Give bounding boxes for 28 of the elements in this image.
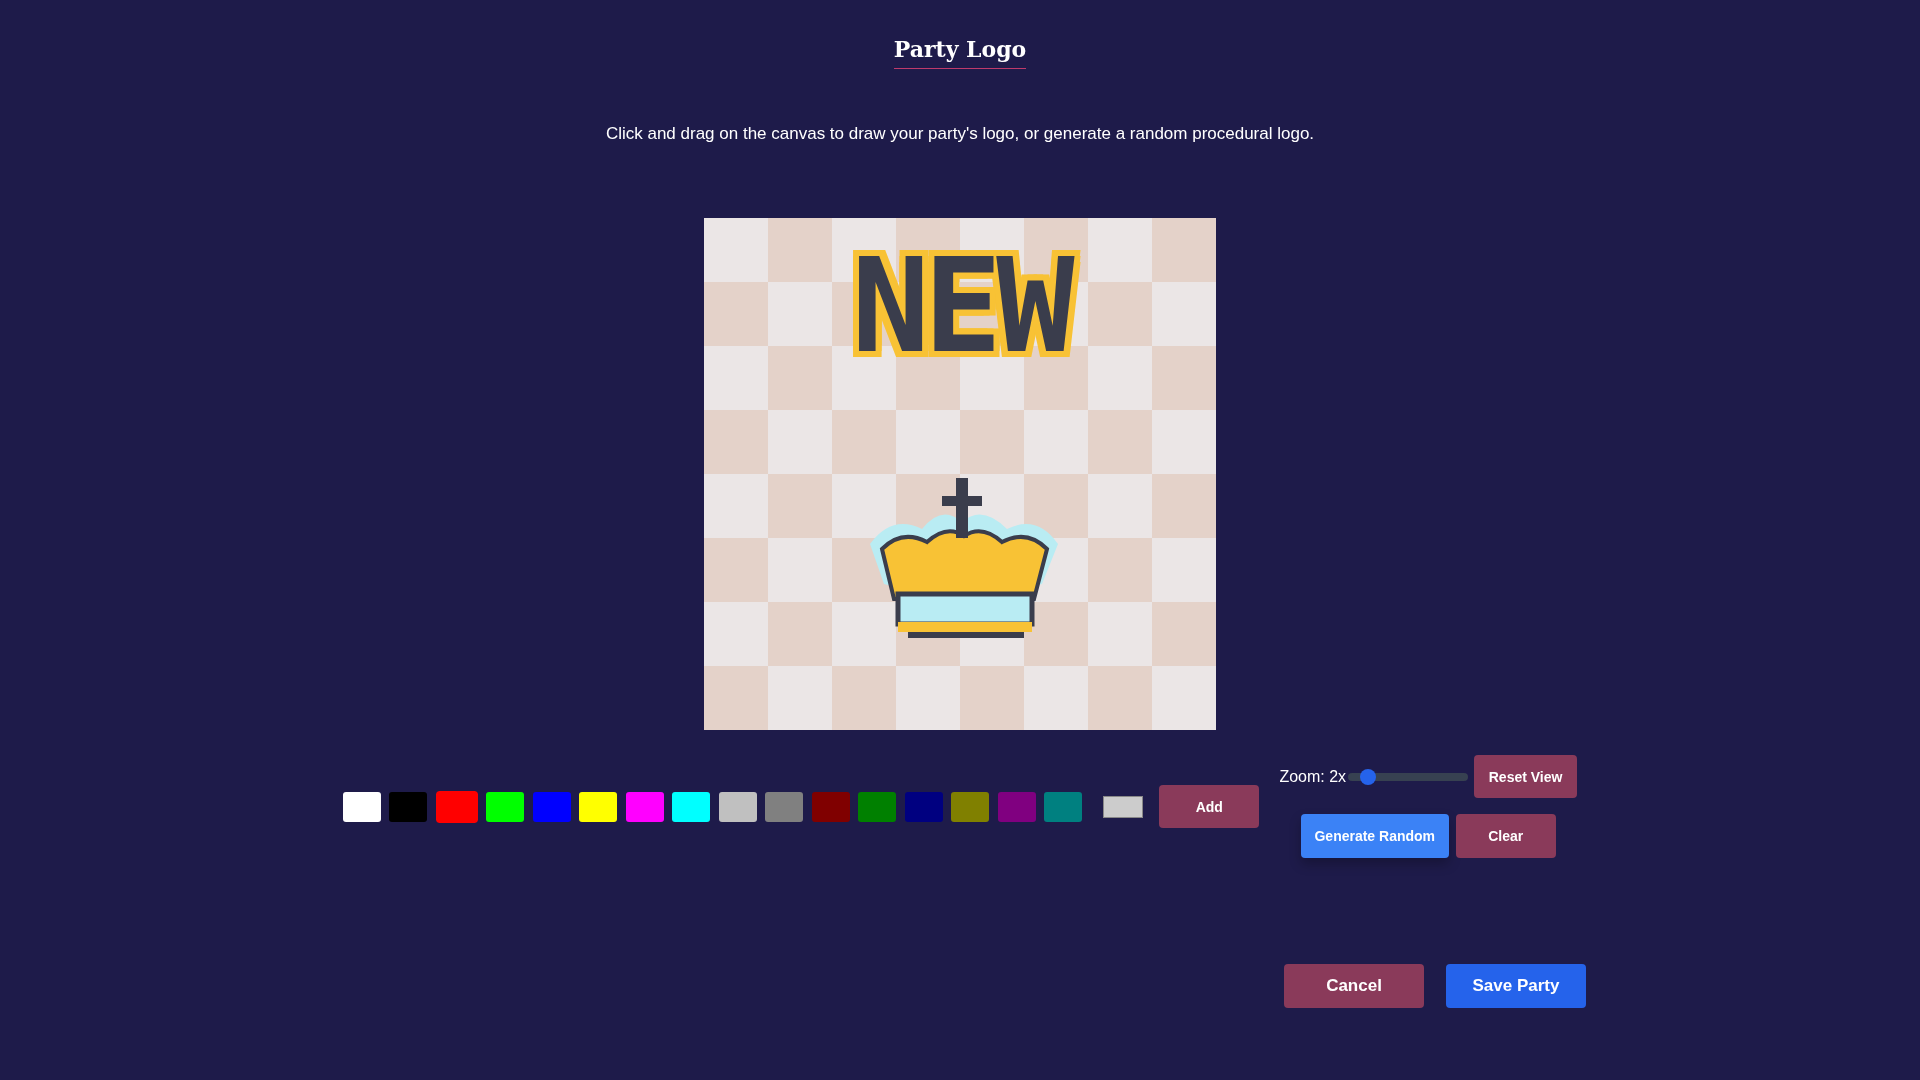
page-title: Party Logo (893, 36, 1027, 69)
color-swatch[interactable] (718, 791, 757, 822)
instructions-text: Click and drag on the canvas to draw your party's logo, or generate a random procedural logo. (605, 124, 1315, 144)
color-swatch[interactable] (951, 791, 990, 822)
generate-random-button[interactable]: Generate Random (1300, 814, 1449, 858)
clear-button[interactable]: Clear (1455, 814, 1556, 858)
zoom-slider[interactable] (1348, 768, 1469, 785)
color-swatch[interactable] (579, 791, 618, 822)
color-swatch[interactable] (997, 791, 1036, 822)
drawing-canvas[interactable] (704, 218, 1216, 730)
color-swatch[interactable] (625, 791, 664, 822)
color-swatch[interactable] (811, 791, 850, 822)
color-swatch[interactable] (389, 791, 428, 822)
color-swatch[interactable] (532, 791, 571, 822)
zoom-label: Zoom: 2x (1279, 767, 1347, 786)
custom-color-picker[interactable] (1102, 795, 1143, 818)
color-swatch[interactable] (1044, 791, 1083, 822)
color-swatch[interactable] (858, 791, 897, 822)
color-swatch[interactable] (765, 791, 804, 822)
save-party-button[interactable]: Save Party (1446, 964, 1586, 1008)
color-swatch[interactable] (486, 791, 525, 822)
color-swatch[interactable] (672, 791, 711, 822)
reset-view-button[interactable]: Reset View (1474, 755, 1578, 798)
cancel-button[interactable]: Cancel (1284, 964, 1424, 1008)
color-swatch[interactable] (904, 791, 943, 822)
color-swatch[interactable] (435, 790, 478, 823)
color-swatch[interactable] (342, 791, 381, 822)
add-color-button[interactable]: Add (1159, 785, 1260, 828)
